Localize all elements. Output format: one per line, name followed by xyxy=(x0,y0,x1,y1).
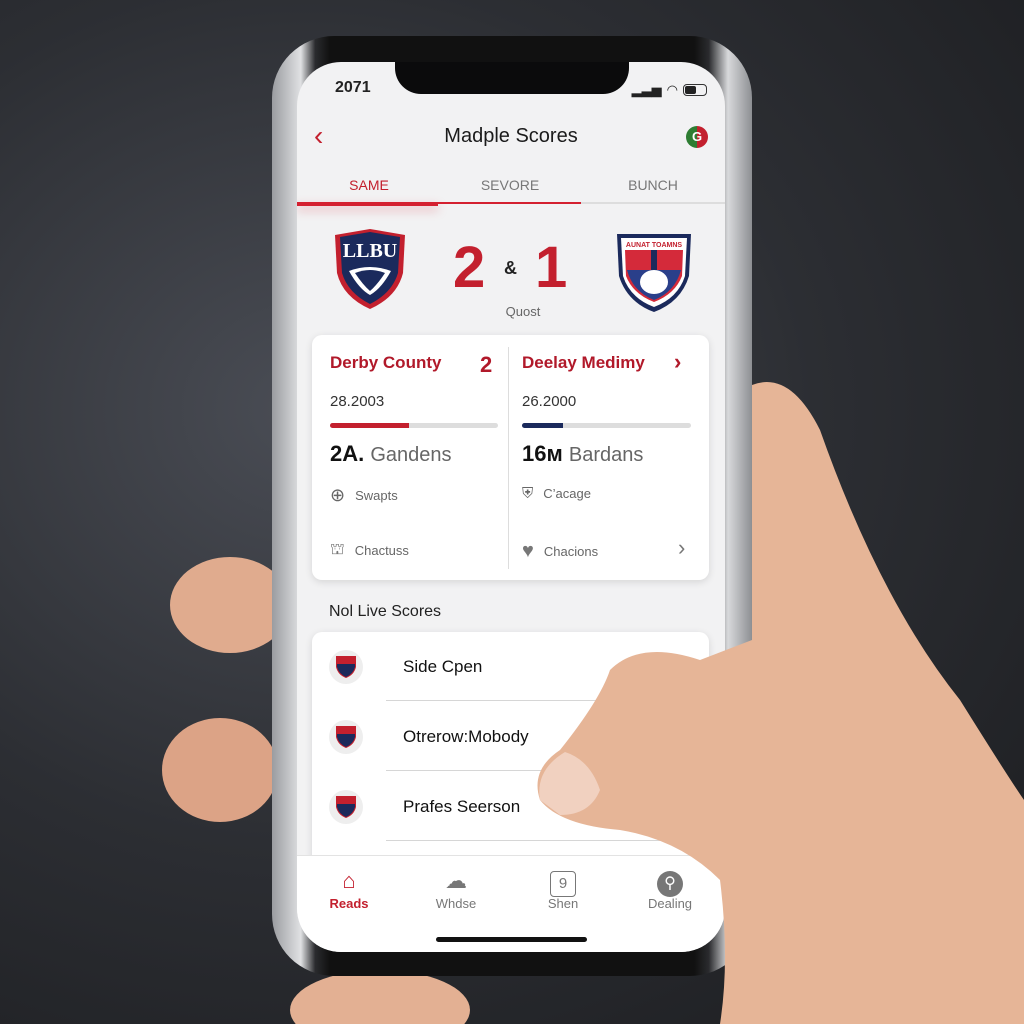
hand-thumb-right xyxy=(537,382,1024,1024)
